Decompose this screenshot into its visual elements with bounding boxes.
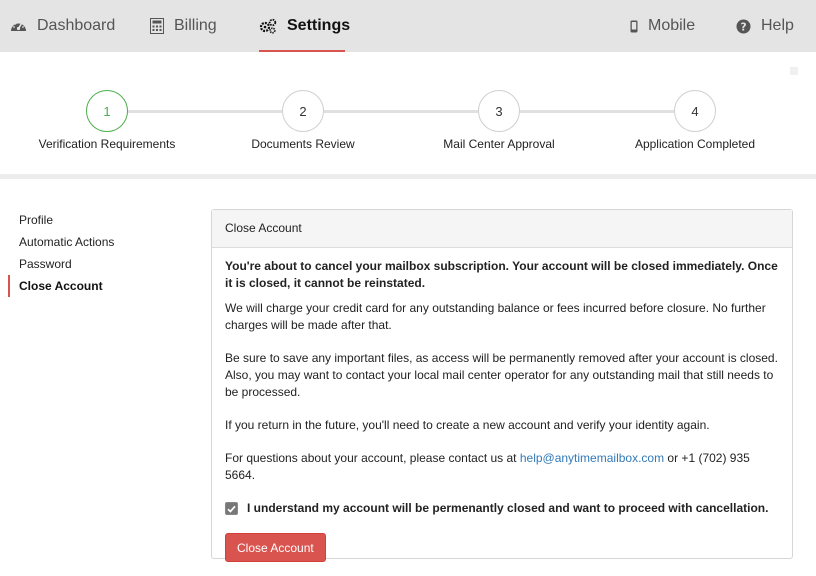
sidebar-item-profile[interactable]: Profile bbox=[8, 209, 188, 231]
nav-help[interactable]: ? Help bbox=[736, 0, 794, 52]
step-4-circle: 4 bbox=[674, 90, 716, 132]
warning-text: You're about to cancel your mailbox subs… bbox=[225, 259, 778, 290]
nav-mobile-label: Mobile bbox=[648, 17, 696, 34]
nav-mobile[interactable]: Mobile bbox=[630, 0, 695, 52]
close-account-button[interactable]: Close Account bbox=[225, 533, 326, 562]
step-connector bbox=[324, 110, 478, 113]
step-1-label: Verification Requirements bbox=[38, 137, 176, 151]
question-circle-icon: ? bbox=[736, 19, 751, 34]
calculator-icon bbox=[150, 18, 164, 34]
files-notice: Be sure to save any important files, as … bbox=[225, 351, 778, 399]
gears-icon bbox=[259, 18, 277, 34]
step-2-label: Documents Review bbox=[251, 137, 355, 151]
sidebar-item-password[interactable]: Password bbox=[8, 253, 188, 275]
settings-sidebar: Profile Automatic Actions Password Close… bbox=[8, 209, 188, 297]
nav-dashboard[interactable]: Dashboard bbox=[10, 0, 115, 52]
svg-text:?: ? bbox=[740, 21, 746, 33]
nav-settings-label: Settings bbox=[287, 17, 351, 34]
sidebar-item-close-account[interactable]: Close Account bbox=[8, 275, 188, 297]
nav-help-label: Help bbox=[761, 17, 794, 34]
step-3-label: Mail Center Approval bbox=[443, 137, 555, 151]
nav-billing-label: Billing bbox=[174, 17, 217, 34]
section-divider bbox=[0, 174, 816, 179]
contact-prefix: For questions about your account, please… bbox=[225, 451, 520, 465]
panel-body: You're about to cancel your mailbox subs… bbox=[212, 248, 792, 562]
step-connector bbox=[128, 110, 282, 113]
progress-stepper: 1 2 3 4 Verification Requirements Docume… bbox=[0, 52, 816, 176]
charge-notice: We will charge your credit card for any … bbox=[225, 301, 766, 332]
sidebar-item-automatic-actions[interactable]: Automatic Actions bbox=[8, 231, 188, 253]
step-4-label: Application Completed bbox=[634, 137, 756, 151]
nav-billing[interactable]: Billing bbox=[150, 0, 217, 52]
mobile-icon bbox=[630, 20, 638, 33]
contact-notice: For questions about your account, please… bbox=[225, 450, 779, 484]
confirm-row: I understand my account will be permenan… bbox=[225, 500, 779, 517]
support-email-link[interactable]: help@anytimemailbox.com bbox=[520, 451, 664, 465]
confirm-checkbox[interactable] bbox=[225, 502, 238, 515]
nav-settings[interactable]: Settings bbox=[259, 0, 350, 52]
panel-title: Close Account bbox=[212, 210, 792, 248]
checkmark-icon bbox=[227, 505, 236, 513]
top-navigation: Dashboard Billing Settings Mobile ? Help bbox=[0, 0, 816, 52]
close-account-panel: Close Account You're about to cancel you… bbox=[211, 209, 793, 562]
step-1-circle: 1 bbox=[86, 90, 128, 132]
nav-dashboard-label: Dashboard bbox=[37, 17, 116, 34]
return-notice: If you return in the future, you'll need… bbox=[225, 418, 710, 432]
dashboard-icon bbox=[10, 19, 27, 33]
confirm-checkbox-label: I understand my account will be permenan… bbox=[247, 501, 769, 515]
scroll-indicator bbox=[790, 67, 798, 75]
step-2-circle: 2 bbox=[282, 90, 324, 132]
step-3-circle: 3 bbox=[478, 90, 520, 132]
step-connector bbox=[520, 110, 674, 113]
